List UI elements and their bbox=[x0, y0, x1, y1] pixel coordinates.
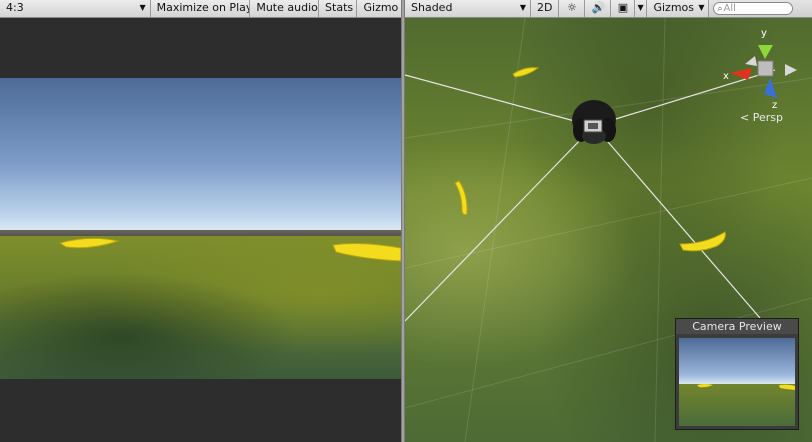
aspect-ratio-dropdown[interactable]: 4:3 ▼ bbox=[0, 0, 151, 17]
dropdown-arrow-icon: ▼ bbox=[698, 3, 705, 12]
banana-pickup[interactable] bbox=[512, 67, 540, 78]
preview-objects bbox=[697, 384, 795, 390]
banana-pickup[interactable] bbox=[58, 237, 120, 249]
axis-x-label: x bbox=[723, 71, 729, 82]
effects-dropdown[interactable]: ▼ bbox=[635, 0, 648, 17]
dropdown-arrow-icon: ▼ bbox=[519, 3, 526, 12]
projection-toggle[interactable]: < Persp bbox=[740, 111, 783, 124]
scene-gizmos-dropdown[interactable]: Gizmos ▼ bbox=[647, 0, 710, 17]
axis-y-cone[interactable] bbox=[758, 45, 773, 59]
sun-icon: ☼ bbox=[567, 1, 577, 14]
camera-preview-title: Camera Preview bbox=[676, 319, 798, 334]
shading-mode-dropdown[interactable]: Shaded ▼ bbox=[405, 0, 531, 17]
scene-search-field[interactable]: ⌕ All bbox=[713, 2, 794, 15]
mute-audio-button[interactable]: Mute audio bbox=[250, 0, 320, 17]
axis-y-label: y bbox=[761, 28, 767, 39]
camera-preview-frame bbox=[679, 338, 795, 426]
axis-neg-z-cone[interactable] bbox=[745, 56, 757, 66]
gizmo-center-cube[interactable] bbox=[757, 60, 774, 77]
banana-pickup[interactable] bbox=[454, 180, 468, 216]
banana-pickup bbox=[779, 384, 795, 390]
scene-effects-toggle[interactable]: ▣ bbox=[611, 0, 636, 17]
game-gizmos-button[interactable]: Gizmo bbox=[357, 0, 401, 17]
scene-audio-toggle[interactable]: 🔊 bbox=[585, 0, 612, 17]
camera-preview-panel: Camera Preview bbox=[675, 318, 799, 430]
perspective-icon: < bbox=[740, 111, 750, 124]
2d-mode-toggle[interactable]: 2D bbox=[531, 0, 560, 17]
banana-pickup[interactable] bbox=[679, 231, 726, 252]
banana-pickup bbox=[697, 384, 713, 388]
maximize-on-play-button[interactable]: Maximize on Play bbox=[150, 0, 251, 17]
camera-gizmo[interactable] bbox=[583, 119, 603, 133]
banana-pickup[interactable] bbox=[332, 243, 401, 262]
projection-label: Persp bbox=[752, 111, 783, 124]
speaker-icon: 🔊 bbox=[591, 1, 606, 14]
game-render-frame bbox=[0, 78, 401, 379]
image-icon: ▣ bbox=[617, 1, 629, 14]
axis-neg-x-cone[interactable] bbox=[785, 64, 797, 76]
search-placeholder: All bbox=[723, 3, 736, 14]
scene-lighting-toggle[interactable]: ☼ bbox=[559, 0, 586, 17]
scene-gizmos-label: Gizmos bbox=[653, 1, 694, 14]
game-view-toolbar: 4:3 ▼ Maximize on Play Mute audio Stats … bbox=[0, 0, 401, 18]
search-icon: ⌕ bbox=[717, 3, 723, 14]
scene-orientation-gizmo[interactable]: y x z bbox=[723, 28, 797, 111]
dropdown-arrow-icon: ▼ bbox=[637, 3, 644, 12]
game-objects-layer bbox=[58, 237, 401, 262]
scene-view-toolbar: Shaded ▼ 2D ☼ 🔊 ▣ ▼ Gizmos ▼ ⌕ All bbox=[405, 0, 812, 18]
axis-z-label: z bbox=[772, 100, 777, 111]
dropdown-arrow-icon: ▼ bbox=[139, 3, 146, 12]
shading-mode-label: Shaded bbox=[411, 1, 453, 14]
aspect-ratio-label: 4:3 bbox=[6, 1, 24, 14]
game-view[interactable] bbox=[0, 18, 401, 442]
axis-z-cone[interactable] bbox=[764, 78, 777, 98]
stats-button[interactable]: Stats bbox=[319, 0, 358, 17]
